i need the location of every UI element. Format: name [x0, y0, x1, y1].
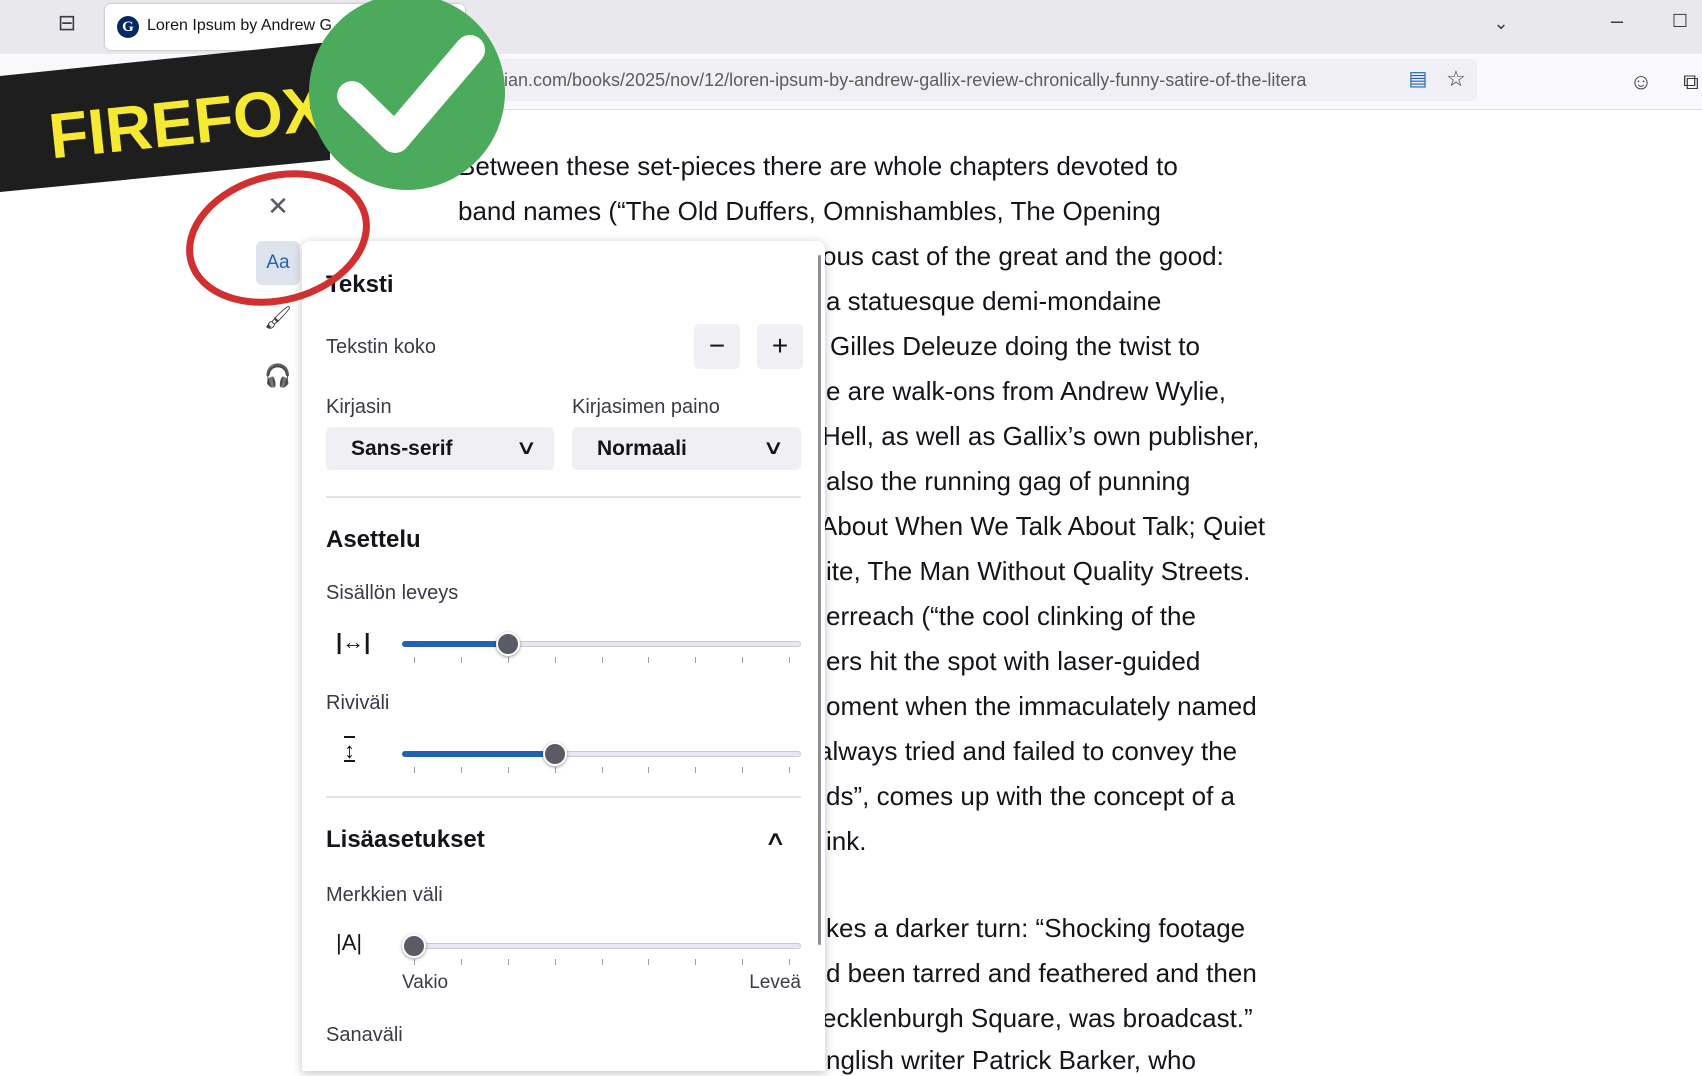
article-line: ink.: [826, 826, 867, 856]
slider-thumb[interactable]: [402, 934, 426, 958]
slider-fill: [402, 641, 508, 647]
article-line: Between these set-pieces there are whole…: [458, 151, 1178, 181]
slider-tick: [507, 767, 509, 773]
article-line: always tried and failed to convey the: [818, 736, 1238, 766]
letter-spacing-slider[interactable]: [402, 931, 801, 965]
article-line: also the running gag of punning: [826, 466, 1191, 496]
divider: [326, 796, 801, 798]
slider-tick: [414, 657, 415, 663]
letter-spacing-label: Merkkien väli: [326, 884, 443, 906]
article-line: nglish writer Patrick Barker, who: [826, 1045, 1196, 1075]
slider-tick: [460, 959, 462, 965]
slider-tick: [507, 657, 509, 663]
slider-tick: [460, 767, 462, 773]
article-line: About When We Talk About Talk; Quiet: [820, 511, 1266, 541]
slider-track[interactable]: [402, 943, 801, 949]
chevron-down-icon: ∨: [515, 437, 538, 459]
slider-tick: [648, 657, 650, 663]
slider-tick: [789, 767, 790, 773]
slider-tick: [742, 767, 744, 773]
article-line: erreach (“the cool clinking of the: [826, 601, 1196, 631]
slider-tick: [601, 959, 603, 965]
slider-tick: [554, 657, 556, 663]
chevron-down-icon: ∨: [762, 437, 785, 459]
article-line: e are walk-ons from Andrew Wylie,: [826, 376, 1227, 406]
firefox-annotation-overlay: FIREFOX: [0, 0, 505, 306]
font-weight-select[interactable]: Normaali ∨: [572, 427, 801, 470]
slider-tick: [554, 767, 556, 773]
slider-thumb[interactable]: [542, 742, 567, 766]
slider-tick: [695, 657, 697, 663]
extensions-icon[interactable]: ⧉: [1676, 67, 1702, 97]
article-line: ers hit the spot with laser-guided: [826, 646, 1201, 676]
maximize-icon[interactable]: ☐: [1665, 6, 1695, 36]
slider-fill: [402, 751, 555, 757]
text-size-label: Tekstin koko: [326, 336, 437, 358]
slider-tick: [601, 657, 603, 663]
font-weight-label: Kirjasimen paino: [572, 396, 720, 418]
article-line: ds”, comes up with the concept of a: [826, 781, 1235, 811]
panel-scrollbar[interactable]: [818, 255, 821, 945]
slider-thumb[interactable]: [495, 632, 520, 656]
line-spacing-label: Riviväli: [326, 692, 390, 714]
text-layout-panel: Teksti Tekstin koko − + Kirjasin Kirjasi…: [302, 241, 825, 1071]
slider-tick: [554, 959, 556, 965]
line-spacing-slider[interactable]: [402, 739, 801, 773]
decrease-text-size-button[interactable]: −: [694, 324, 740, 369]
article-line: Hell, as well as Gallix’s own publisher,: [822, 421, 1260, 451]
bookmark-star-icon[interactable]: ☆: [1441, 64, 1471, 94]
content-width-label: Sisällön leveys: [326, 582, 459, 604]
slider-tick: [648, 767, 650, 773]
article-line: ous cast of the great and the good:: [822, 241, 1224, 271]
article-line: oment when the immaculately named: [826, 691, 1257, 721]
slider-tick: [507, 959, 509, 965]
content-width-icon: |↔|: [336, 629, 371, 654]
slider-tick: [789, 657, 790, 663]
slider-tick: [414, 767, 415, 773]
slider-tick: [789, 959, 790, 965]
minimize-icon[interactable]: –: [1602, 6, 1632, 36]
slider-tick: [601, 767, 603, 773]
slider-tick: [648, 959, 650, 965]
letter-spacing-min-label: Vakio: [402, 972, 449, 993]
article-line: d been tarred and feathered and then: [826, 958, 1257, 988]
section-heading-advanced: Lisäasetukset: [326, 826, 485, 853]
letter-spacing-icon: |A|: [336, 930, 363, 955]
line-spacing-icon: ↕: [344, 738, 355, 763]
slider-tick: [414, 959, 415, 965]
word-spacing-label: Sanaväli: [326, 1024, 403, 1046]
red-circle-highlight: [186, 170, 370, 306]
slider-tick: [695, 959, 697, 965]
font-label: Kirjasin: [326, 396, 392, 418]
section-heading-layout: Asettelu: [326, 526, 421, 553]
divider: [326, 496, 801, 498]
slider-tick: [742, 657, 744, 663]
font-select[interactable]: Sans-serif ∨: [326, 427, 554, 470]
article-line: ecklenburgh Square, was broadcast.”: [822, 1003, 1253, 1033]
account-icon[interactable]: ☺: [1626, 67, 1656, 97]
chevron-up-icon[interactable]: ∧: [764, 826, 786, 851]
article-line: band names (“The Old Duffers, Omnishambl…: [458, 196, 1161, 226]
letter-spacing-max-label: Leveä: [749, 972, 801, 993]
slider-tick: [742, 959, 744, 965]
font-value: Sans-serif: [351, 437, 453, 460]
url-bar[interactable]: ian.com/books/2025/nov/12/loren-ipsum-by…: [478, 59, 1477, 101]
tab-list-chevron-icon[interactable]: ⌄: [1486, 8, 1516, 38]
content-width-slider[interactable]: [402, 629, 801, 663]
article-line: kes a darker turn: “Shocking footage: [826, 913, 1246, 943]
font-weight-value: Normaali: [597, 437, 687, 460]
article-line: a statuesque demi-mondaine: [826, 286, 1162, 316]
slider-tick: [695, 767, 697, 773]
url-text: ian.com/books/2025/nov/12/loren-ipsum-by…: [504, 70, 1307, 90]
slider-tick: [460, 657, 462, 663]
article-line: Gilles Deleuze doing the twist to: [830, 331, 1200, 361]
increase-text-size-button[interactable]: +: [757, 324, 803, 369]
article-line: ite, The Man Without Quality Streets.: [826, 556, 1251, 586]
reader-view-icon[interactable]: ▤: [1403, 64, 1433, 94]
headphones-icon[interactable]: 🎧: [263, 361, 293, 391]
